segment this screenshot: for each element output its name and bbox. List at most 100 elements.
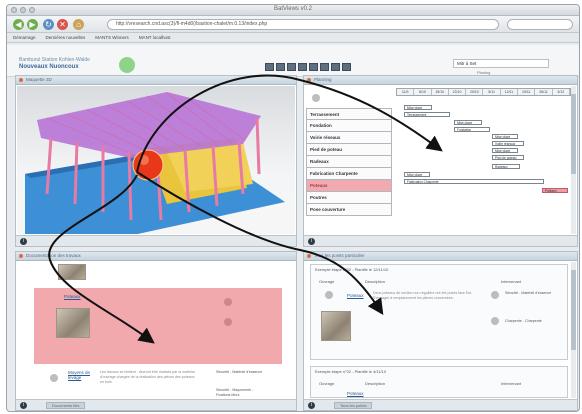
point-description: Deux poteaux de section non régulière on… <box>373 291 473 300</box>
footer-tab[interactable]: Tous les points <box>334 402 373 409</box>
bookmark-item[interactable]: MANTS Winners <box>95 35 129 40</box>
task-row-selected[interactable]: Poteaux <box>306 180 392 192</box>
task-row[interactable]: Fabrication Charpente <box>306 168 392 180</box>
scroll-thumb[interactable] <box>571 94 576 174</box>
task-row[interactable]: Pose couverture <box>306 204 392 216</box>
bookmark-item[interactable]: MANT localhost <box>139 35 171 40</box>
panel-title: Maquette 3D <box>16 76 296 85</box>
task-row[interactable]: Poutres <box>306 192 392 204</box>
panel-footer: i <box>304 235 577 246</box>
item-icon <box>325 291 333 299</box>
panel-footer: i Tous les points <box>304 399 577 410</box>
date-label: 12/11 <box>501 89 519 95</box>
home-icon[interactable]: ⌂ <box>73 19 84 30</box>
card-heading: Exemple étape n°02 - Planifié le 12/11/1… <box>315 267 389 272</box>
user-icon <box>224 298 232 306</box>
bookmark-item[interactable]: Démarrage <box>13 35 36 40</box>
element-link[interactable]: Poteaux <box>347 391 364 396</box>
selection-marker-icon <box>132 149 164 181</box>
task-row[interactable]: Pied de poteau <box>306 144 392 156</box>
gantt-bar[interactable]: Pied de poteau <box>492 155 524 160</box>
gantt-bar[interactable]: Radeaux <box>492 164 520 169</box>
info-icon[interactable]: i <box>308 402 315 409</box>
toolbar-button-icon[interactable] <box>276 63 285 71</box>
date-label: 15/10 <box>432 89 449 95</box>
view-select[interactable]: Mitr à Set <box>453 59 549 68</box>
vertical-scrollbar[interactable] <box>571 262 576 398</box>
info-icon[interactable]: i <box>20 402 27 409</box>
gantt-bar[interactable]: Mise place <box>404 105 432 110</box>
toolbar-button-icon[interactable] <box>298 63 307 71</box>
view-toolbar <box>265 63 351 71</box>
user-icon <box>491 291 499 299</box>
gantt-bar[interactable]: Mise place <box>492 134 518 139</box>
panel-title: Documentation des travaux <box>16 252 296 261</box>
toolbar-button-icon[interactable] <box>331 63 340 71</box>
gantt-bar[interactable]: Mise place <box>404 172 430 177</box>
point-photo[interactable] <box>321 311 351 341</box>
gantt-bar[interactable]: Mise place <box>454 120 482 125</box>
element-link[interactable]: Poteaux <box>347 293 364 298</box>
browser-window: BatViews v0.2 ◀ ▶ ↻ ✕ ⌂ http://vresearch… <box>6 4 580 412</box>
stop-icon[interactable]: ✕ <box>57 19 68 30</box>
panel-title: Tous les points particulier <box>304 252 577 261</box>
user-icon <box>224 318 232 326</box>
panel-footer: i <box>16 235 296 246</box>
app-header: Bamburul Station Kohlen-Walde Nouveaux N… <box>7 45 579 77</box>
documentation-panel: Documentation des travaux Poteaux Moyens… <box>15 251 297 411</box>
bookmark-item[interactable]: Dernières nouvelles <box>46 35 86 40</box>
model-3d-viewport[interactable] <box>17 86 295 234</box>
item-side-note: Sécurité - Maçonnerie - Fixations Murs <box>216 388 254 397</box>
column-header: Ouvrage <box>319 381 335 386</box>
date-label: 26/11 <box>535 89 553 95</box>
point-card: Exemple étape n°02 - Planifié le 4/11/10… <box>310 366 568 398</box>
toolbar-button-icon[interactable] <box>320 63 329 71</box>
element-link[interactable]: Poteaux <box>64 294 81 299</box>
address-bar[interactable]: http://vresearch.cnd.asc(3)/fl-m4d0(/bas… <box>107 19 499 30</box>
date-label: 19/11 <box>518 89 536 95</box>
toolbar-button-icon[interactable] <box>309 63 318 71</box>
project-name: Nouveaux Nuoncoux <box>19 64 79 70</box>
info-icon[interactable]: i <box>308 238 315 245</box>
toolbar-button-icon[interactable] <box>342 63 351 71</box>
back-arrow-icon[interactable]: ◀ <box>13 19 24 30</box>
toolbar-button-icon[interactable] <box>287 63 296 71</box>
task-row[interactable]: Voirie réseaux <box>306 132 392 144</box>
intervenant-note: Charpente - Charpente <box>505 319 542 323</box>
item-note: Les travaux se limitent : devront être r… <box>100 370 196 384</box>
highlighted-card: Poteaux <box>34 288 282 364</box>
reload-icon[interactable]: ↻ <box>43 19 54 30</box>
column-header: Description <box>365 381 386 386</box>
info-icon[interactable]: i <box>20 238 27 245</box>
task-row[interactable]: Radeaux <box>306 156 392 168</box>
panel-footer: i Documents liés <box>16 399 296 410</box>
card-heading: Exemple étape n°02 - Planifié le 4/11/10 <box>315 369 387 374</box>
gantt-bar[interactable]: Fondation <box>454 127 490 132</box>
task-row[interactable]: Terrassement <box>306 108 392 120</box>
app-logo-icon <box>119 57 135 73</box>
search-field[interactable] <box>507 19 573 30</box>
window-title: BatViews v0.2 <box>274 6 312 12</box>
footer-tab[interactable]: Documents liés <box>46 402 86 409</box>
task-row[interactable]: Fondation <box>306 120 392 132</box>
gantt-bar-selected[interactable]: Poteaux <box>542 188 568 193</box>
column-header: Ouvrage <box>319 279 335 284</box>
navigation-bar: ◀ ▶ ↻ ✕ ⌂ http://vresearch.cnd.asc(3)/fl… <box>7 16 579 33</box>
site-photo[interactable] <box>58 264 86 280</box>
model-3d-panel: Maquette 3D i <box>15 75 297 247</box>
vertical-scrollbar[interactable] <box>571 86 576 234</box>
column-header: Description <box>365 279 386 284</box>
date-label: 5/11 <box>483 89 501 95</box>
scroll-thumb[interactable] <box>571 270 576 350</box>
forward-arrow-icon[interactable]: ▶ <box>27 19 38 30</box>
planning-toggle-icon[interactable] <box>312 94 320 102</box>
gantt-date-header: 11/9 8/10 15/10 22/10 29/10 5/11 12/11 1… <box>396 88 571 96</box>
gantt-bar[interactable]: Mise place <box>492 148 518 153</box>
gantt-bar[interactable]: Voirie réseaux <box>492 141 524 146</box>
gantt-bar[interactable]: Terrassement <box>404 112 450 117</box>
element-photo[interactable] <box>56 308 90 338</box>
element-link[interactable]: Moyens de levage <box>68 370 90 380</box>
points-panel: Tous les points particulier Exemple étap… <box>303 251 578 411</box>
toolbar-button-icon[interactable] <box>265 63 274 71</box>
gantt-bar[interactable]: Fabrication Charpente <box>404 179 544 184</box>
